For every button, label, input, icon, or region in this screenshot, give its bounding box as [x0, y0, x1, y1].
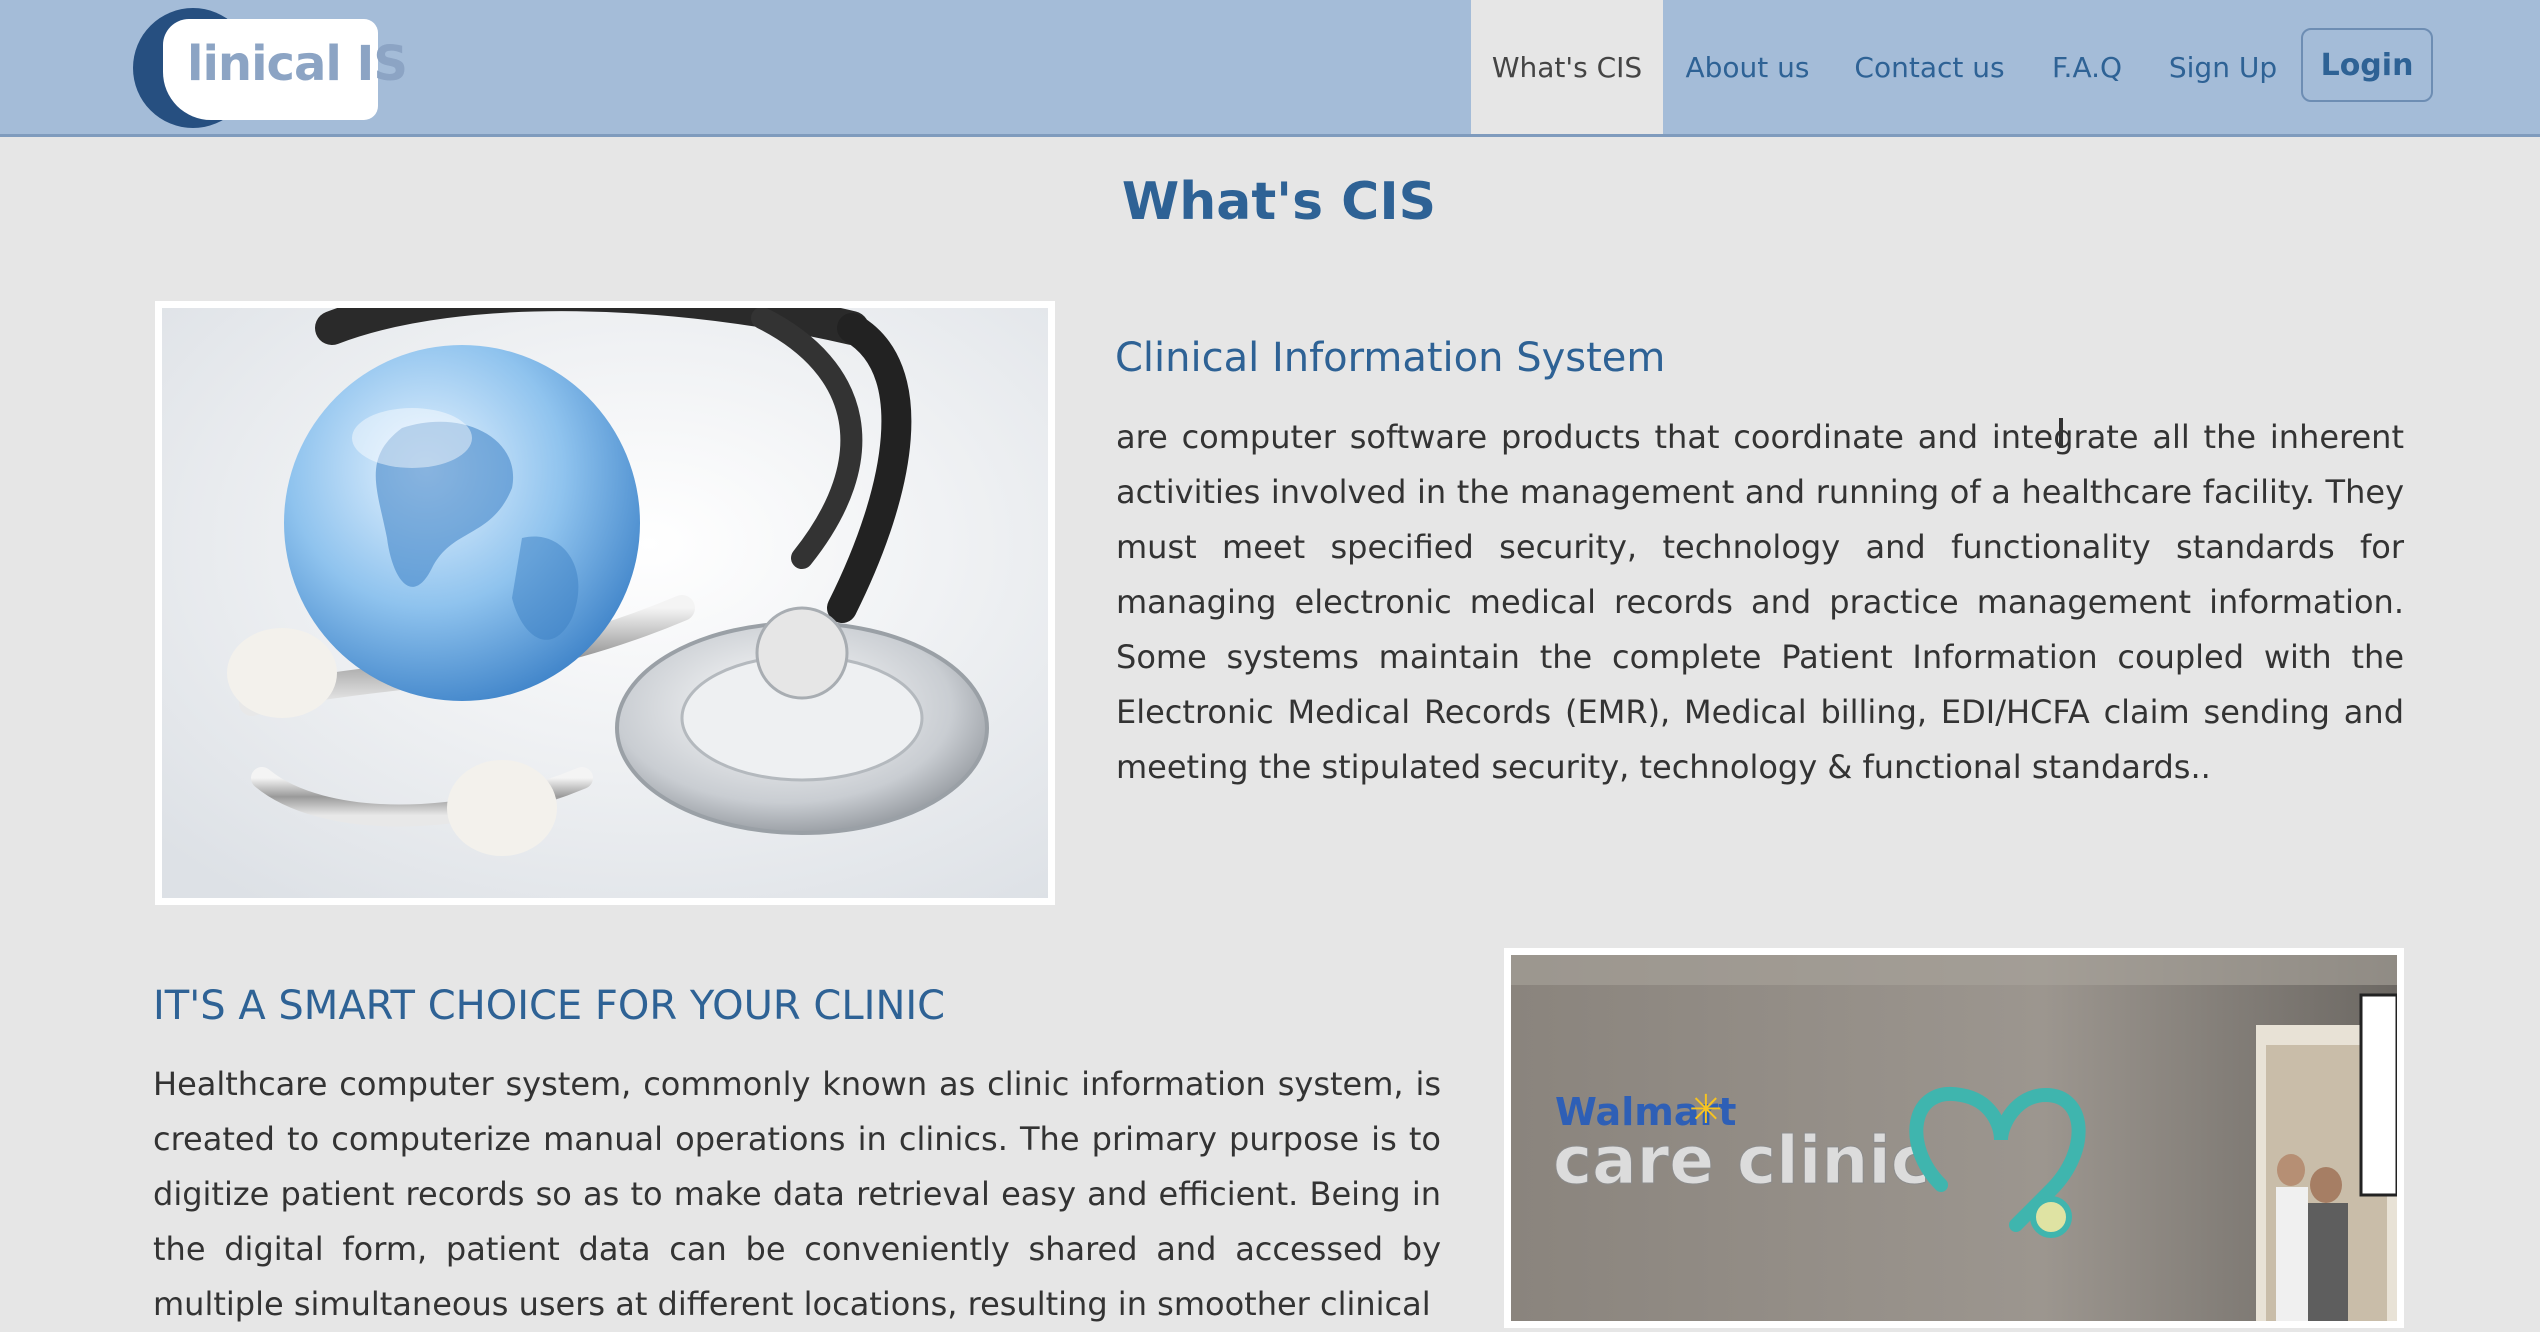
site-logo[interactable]: linical IS — [133, 8, 408, 128]
section-title-clinical-information-system: Clinical Information System — [1115, 335, 1666, 381]
logo-text: linical IS — [187, 36, 408, 92]
section-title-smart-choice: IT'S A SMART CHOICE FOR YOUR CLINIC — [153, 983, 946, 1029]
globe-stethoscope-image — [155, 301, 1055, 905]
top-navbar: linical IS What's CIS About us Contact u… — [0, 0, 2540, 137]
nav-whats-cis[interactable]: What's CIS — [1471, 0, 1663, 134]
section-paragraph: are computer software products that coor… — [1116, 418, 2404, 786]
care-clinic-sign-text: care clinic — [1553, 1122, 1930, 1199]
nav-faq[interactable]: F.A.Q — [2040, 0, 2134, 134]
nav-about-us[interactable]: About us — [1680, 0, 1815, 134]
login-button[interactable]: Login — [2301, 28, 2433, 102]
page-title: What's CIS — [1121, 172, 1437, 232]
nav-contact-us[interactable]: Contact us — [1852, 0, 2007, 134]
care-clinic-photo: Walmart ✳ care clinic — [1504, 948, 2404, 1328]
text-cursor — [2059, 418, 2063, 448]
section-paragraph: Healthcare computer system, commonly kno… — [153, 1065, 1441, 1323]
nav-sign-up[interactable]: Sign Up — [2166, 0, 2280, 134]
